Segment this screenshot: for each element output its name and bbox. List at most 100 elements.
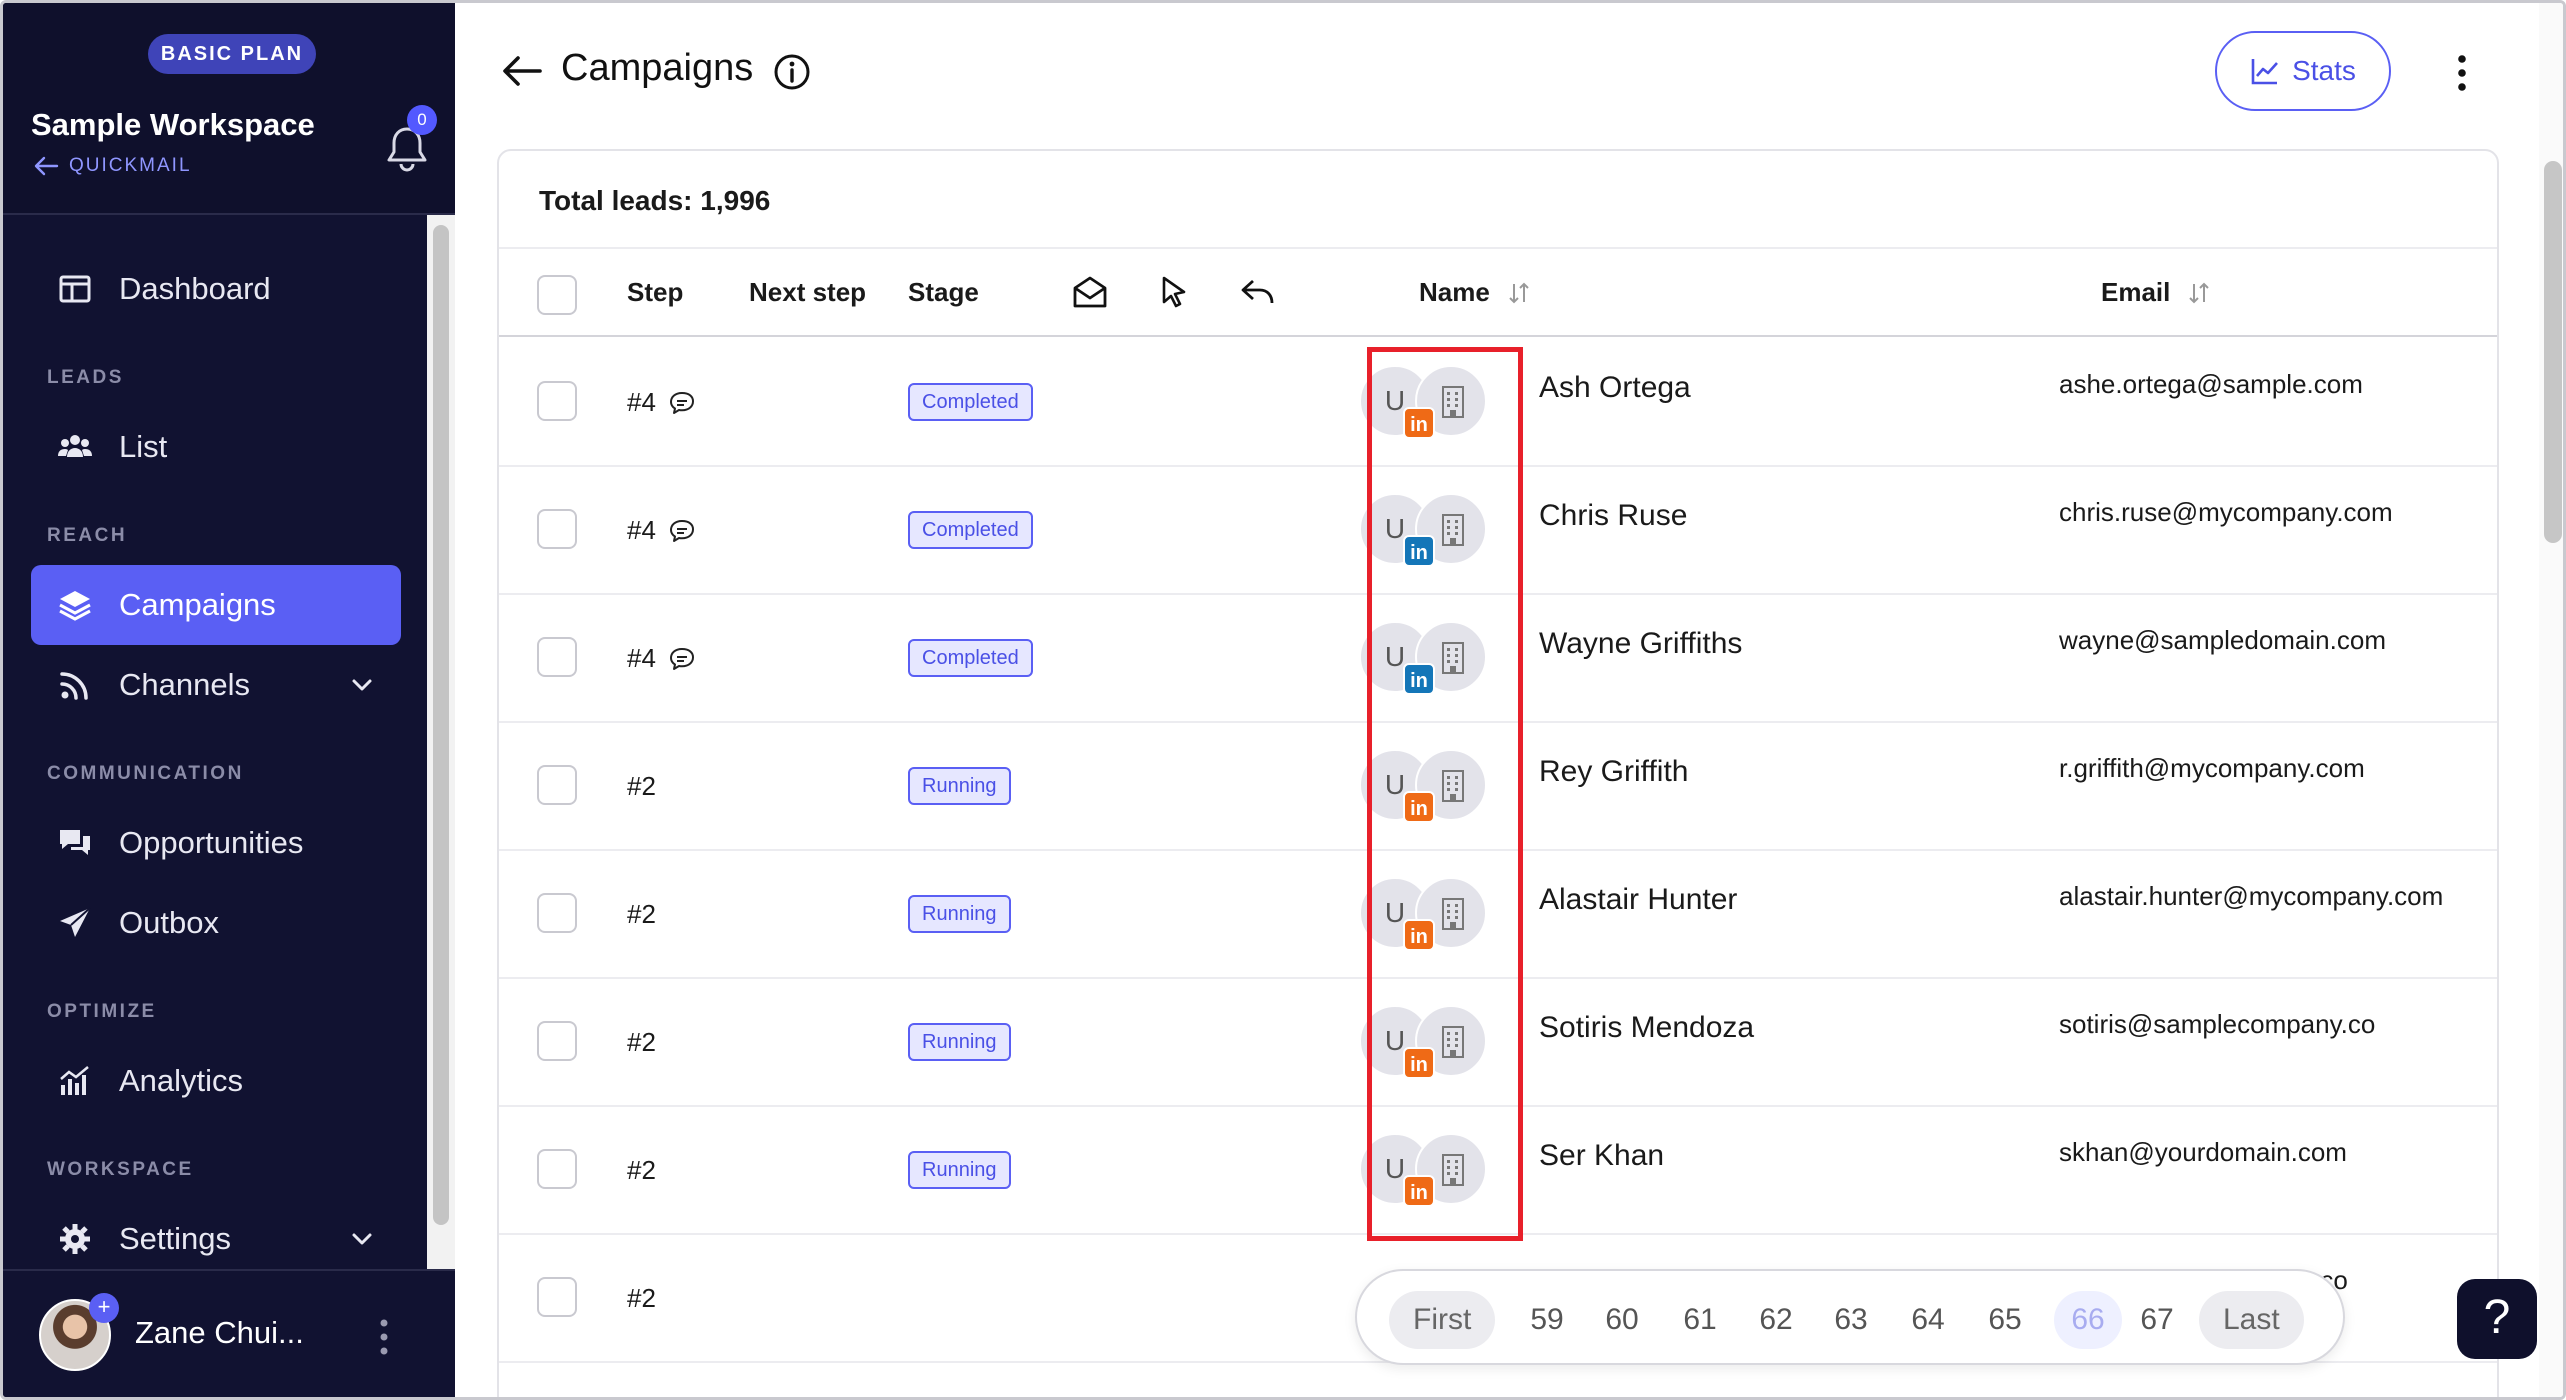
send-icon [60, 907, 91, 937]
step-label: #2 [627, 1283, 656, 1313]
row-checkbox[interactable] [537, 1277, 577, 1317]
back-arrow-icon[interactable] [500, 53, 544, 89]
sidebar-item-label: Opportunities [119, 825, 304, 860]
row-checkbox[interactable] [537, 1021, 577, 1061]
plan-badge: BASIC PLAN [148, 34, 316, 74]
page-number-button[interactable]: 61 [1672, 1291, 1728, 1349]
lead-name[interactable]: Ser Khan [1539, 1139, 1664, 1173]
page-last-button[interactable]: Last [2199, 1291, 2304, 1349]
section-optimize: OPTIMIZE [47, 1001, 157, 1022]
col-name-label: Name [1419, 277, 1490, 307]
info-icon[interactable] [773, 53, 811, 91]
sidebar-item-analytics[interactable]: Analytics [31, 1041, 401, 1121]
stats-label: Stats [2292, 55, 2356, 86]
row-step: #2 [627, 1283, 656, 1314]
page-number-button[interactable]: 66 [2054, 1291, 2122, 1349]
sidebar-item-settings[interactable]: Settings [31, 1199, 401, 1279]
stats-button[interactable]: Stats [2215, 31, 2391, 111]
lead-email[interactable]: alastair.hunter@mycompany.com [2059, 881, 2443, 912]
lead-name[interactable]: Chris Ruse [1539, 499, 1687, 533]
sidebar-item-opportunities[interactable]: Opportunities [31, 803, 401, 883]
col-name[interactable]: Name [1419, 277, 1532, 308]
comment-icon[interactable] [668, 517, 696, 545]
lead-email[interactable]: chris.ruse@mycompany.com [2059, 497, 2393, 528]
step-label: #4 [627, 387, 656, 417]
main-scrollbar-thumb[interactable] [2544, 161, 2562, 543]
page-number-button[interactable]: 59 [1519, 1291, 1575, 1349]
col-email[interactable]: Email [2101, 277, 2212, 308]
stage-badge: Running [908, 895, 1011, 933]
sidebar: BASIC PLAN Sample Workspace QUICKMAIL 0 … [3, 3, 455, 1397]
lead-email[interactable]: skhan@yourdomain.com [2059, 1137, 2347, 1168]
row-checkbox[interactable] [537, 1149, 577, 1189]
sidebar-scrollbar-thumb[interactable] [433, 225, 449, 1225]
col-step[interactable]: Step [627, 277, 683, 308]
comment-icon[interactable] [668, 389, 696, 417]
comment-icon[interactable] [668, 645, 696, 673]
sidebar-item-channels[interactable]: Channels [31, 645, 401, 725]
section-reach: REACH [47, 525, 128, 546]
stage-badge: Running [908, 767, 1011, 805]
cursor-click-icon[interactable] [1155, 273, 1193, 311]
total-leads: Total leads: 1,996 [539, 185, 771, 216]
page-first-button[interactable]: First [1389, 1291, 1496, 1349]
chevron-down-icon[interactable] [349, 1226, 375, 1252]
sidebar-item-campaigns[interactable]: Campaigns [31, 565, 401, 645]
sidebar-item-label: Channels [119, 667, 250, 702]
lead-email[interactable]: sotiris@samplecompany.co [2059, 1009, 2375, 1040]
sort-icon[interactable] [2186, 280, 2212, 306]
row-step: #4 [627, 643, 696, 674]
plus-icon[interactable]: + [89, 1293, 119, 1323]
page-number-button[interactable]: 67 [2129, 1291, 2185, 1349]
lead-name[interactable]: Wayne Griffiths [1539, 627, 1742, 661]
col-stage[interactable]: Stage [908, 277, 979, 308]
envelope-open-icon[interactable] [1071, 273, 1109, 311]
row-step: #2 [627, 1155, 656, 1186]
chevron-down-icon[interactable] [349, 672, 375, 698]
workspace-name[interactable]: Sample Workspace [31, 107, 315, 143]
page-number-button[interactable]: 60 [1594, 1291, 1650, 1349]
page-number-button[interactable]: 64 [1900, 1291, 1956, 1349]
select-all-checkbox[interactable] [537, 275, 577, 315]
row-checkbox[interactable] [537, 765, 577, 805]
row-checkbox[interactable] [537, 637, 577, 677]
kebab-menu-icon[interactable] [377, 1317, 391, 1357]
users-icon [58, 435, 92, 457]
page-number-button[interactable]: 62 [1748, 1291, 1804, 1349]
stage-badge: Running [908, 1151, 1011, 1189]
lead-email[interactable]: ashe.ortega@sample.com [2059, 369, 2363, 400]
page-number-button[interactable]: 63 [1823, 1291, 1879, 1349]
row-checkbox[interactable] [537, 381, 577, 421]
stage-badge: Completed [908, 383, 1033, 421]
highlight-box [1367, 347, 1523, 1241]
quickmail-back-link[interactable]: QUICKMAIL [33, 155, 192, 177]
row-checkbox[interactable] [537, 893, 577, 933]
chart-line-icon [2251, 59, 2279, 85]
sidebar-item-list[interactable]: List [31, 407, 401, 487]
lead-name[interactable]: Rey Griffith [1539, 755, 1689, 789]
sidebar-item-outbox[interactable]: Outbox [31, 883, 401, 963]
user-name: Zane Chui... [135, 1315, 304, 1350]
reply-icon[interactable] [1239, 273, 1277, 311]
section-communication: COMMUNICATION [47, 763, 244, 784]
lead-email[interactable]: wayne@sampledomain.com [2059, 625, 2386, 656]
user-profile[interactable]: + Zane Chui... [3, 1269, 455, 1397]
sidebar-item-label: Settings [119, 1221, 232, 1256]
sort-icon[interactable] [1506, 280, 1532, 306]
lead-name[interactable]: Ash Ortega [1539, 371, 1691, 405]
row-checkbox[interactable] [537, 509, 577, 549]
step-label: #4 [627, 643, 656, 673]
lead-name[interactable]: Alastair Hunter [1539, 883, 1737, 917]
step-label: #4 [627, 515, 656, 545]
col-next-step[interactable]: Next step [749, 277, 866, 308]
sidebar-item-label: List [119, 429, 168, 464]
lead-name[interactable]: Sotiris Mendoza [1539, 1011, 1754, 1045]
lead-email[interactable]: r.griffith@mycompany.com [2059, 753, 2365, 784]
col-email-label: Email [2101, 277, 2171, 307]
page-number-button[interactable]: 65 [1977, 1291, 2033, 1349]
sidebar-item-label: Outbox [119, 905, 219, 940]
more-options-icon[interactable] [2455, 53, 2469, 93]
help-button[interactable]: ? [2457, 1279, 2537, 1359]
app-window: BASIC PLAN Sample Workspace QUICKMAIL 0 … [0, 0, 2566, 1400]
sidebar-item-dashboard[interactable]: Dashboard [31, 249, 401, 329]
